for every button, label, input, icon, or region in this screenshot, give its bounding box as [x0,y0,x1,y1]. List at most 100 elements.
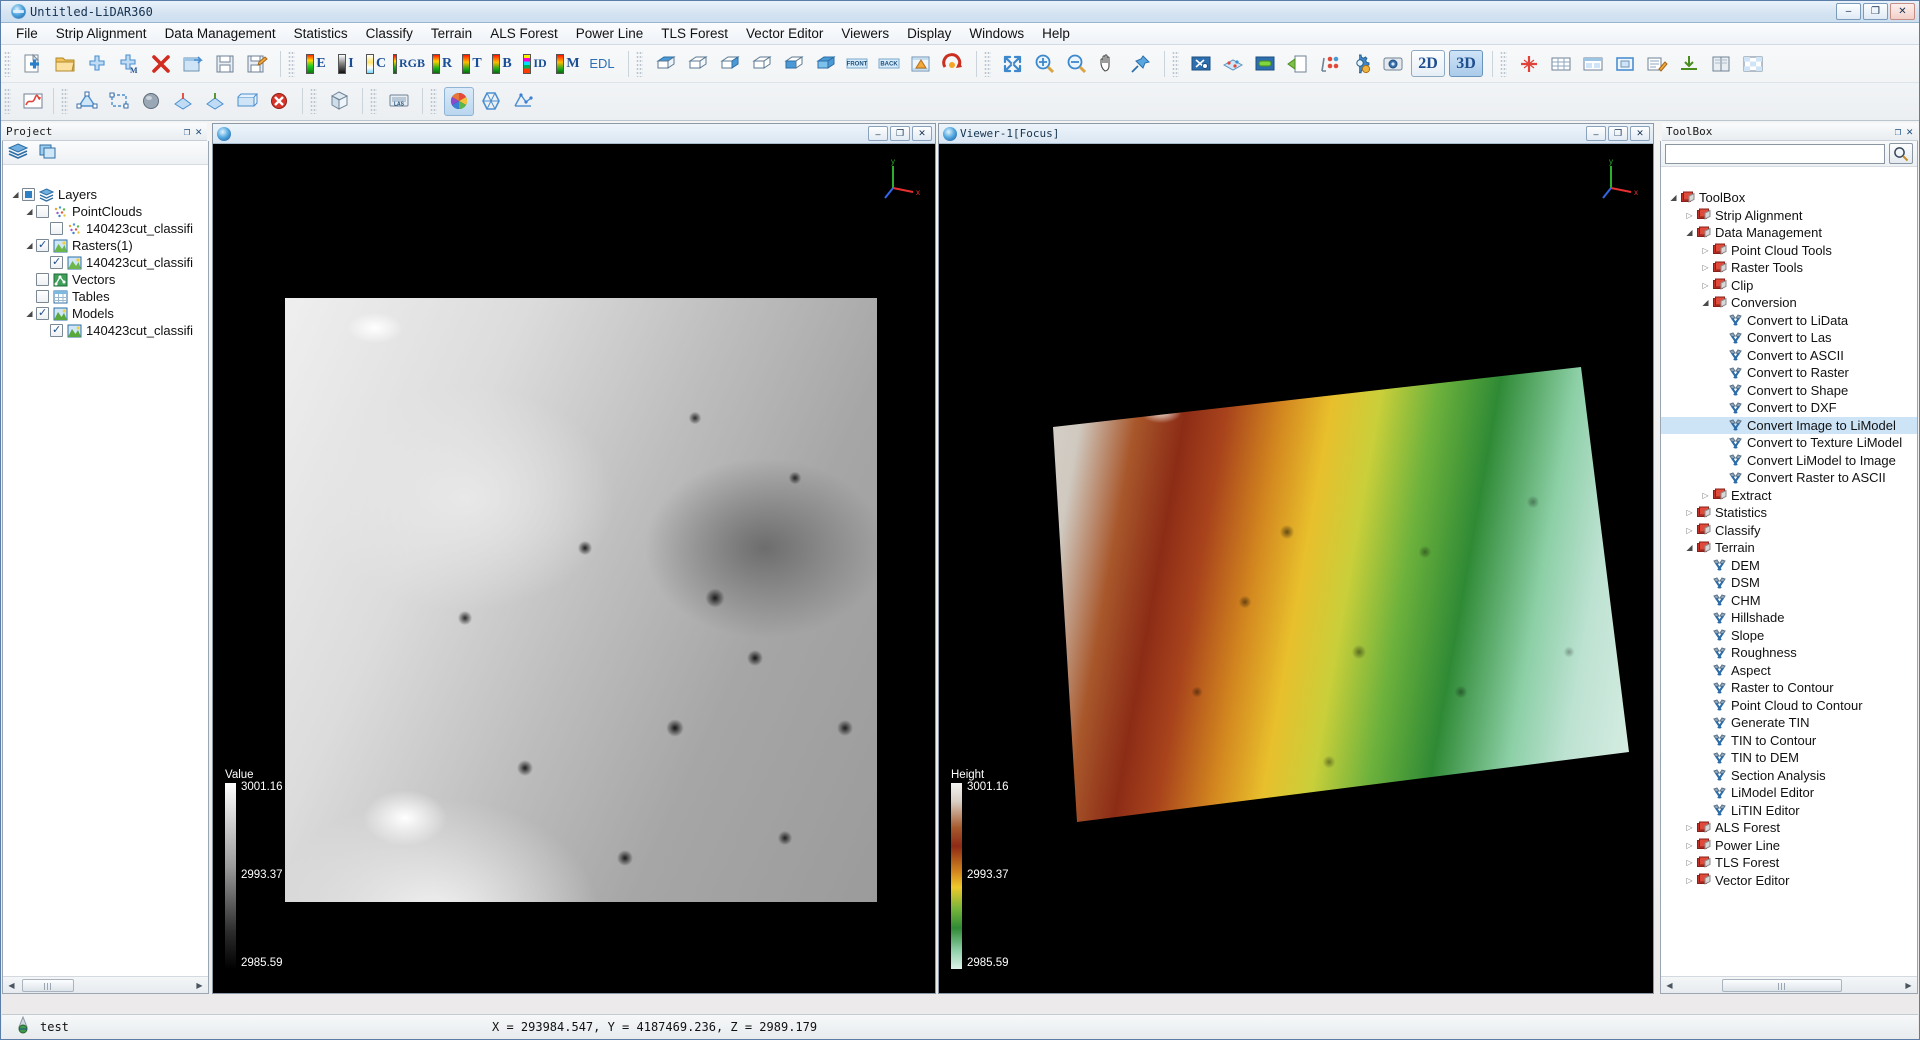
toolbox-tree-item[interactable]: Convert to Texture LiModel [1661,434,1917,452]
pin-icon[interactable] [1126,49,1156,78]
toolbox-tree-item[interactable]: Roughness [1661,644,1917,662]
menu-item-viewers[interactable]: Viewers [832,24,898,43]
import-icon[interactable] [1674,49,1704,78]
layer-visibility-checkbox[interactable] [50,323,63,337]
toolbox-tree-item[interactable]: Convert to DXF [1661,399,1917,417]
tree-expand-arrow[interactable] [1683,508,1696,517]
project-close-button[interactable]: ✕ [195,126,202,137]
tree-expand-arrow[interactable] [9,190,22,199]
toolbox-tree-item[interactable]: Data Management [1661,224,1917,242]
left-view-icon[interactable] [714,49,744,78]
tree-expand-arrow[interactable] [23,207,36,216]
tree-expand-arrow[interactable] [23,241,36,250]
toolbar-grip[interactable] [4,50,11,77]
export-icon[interactable] [178,49,208,78]
project-scroll-thumb[interactable] [22,978,74,992]
tree-expand-arrow[interactable] [1683,841,1696,850]
viewer-3d-maximize[interactable]: ❐ [1608,126,1628,141]
menu-item-help[interactable]: Help [1033,24,1079,43]
views-toolbar-grip[interactable] [636,50,643,77]
book-icon[interactable] [1706,49,1736,78]
save-icon[interactable] [210,49,240,78]
toolbox-close-button[interactable]: ✕ [1906,126,1913,137]
toolbox-hscrollbar[interactable]: ◀ ▶ [1661,976,1917,993]
mesh-icon[interactable] [508,87,538,116]
color-by-return-button[interactable]: R [428,49,456,78]
toolbox-tree-item[interactable]: Convert to ASCII [1661,347,1917,365]
toolbox-tree-item[interactable]: Convert LiModel to Image [1661,452,1917,470]
project-tree-item[interactable]: Models [3,305,208,322]
tree-expand-arrow[interactable] [1683,228,1696,237]
menu-item-als-forest[interactable]: ALS Forest [481,24,567,43]
viewer-3d-close[interactable]: ✕ [1630,126,1650,141]
toolbox-tree-item[interactable]: Point Cloud Tools [1661,242,1917,260]
las-info-icon[interactable]: LAS [384,87,414,116]
viewer-3d[interactable]: Viewer-1[Focus] – ❐ ✕ y x Height 3001.16… [938,123,1654,994]
edl-button[interactable]: EDL [584,49,620,78]
remove-data-icon[interactable] [146,49,176,78]
project-tree-item[interactable]: Rasters(1) [3,237,208,254]
toolbox-tree-item[interactable]: Clip [1661,277,1917,295]
shape-toolbar-grip[interactable] [61,88,68,114]
right-view-icon[interactable] [746,49,776,78]
toolbox-tree-item[interactable]: Hillshade [1661,609,1917,627]
new-project-icon[interactable] [18,49,48,78]
toolbox-float-button[interactable]: ❐ [1895,126,1902,137]
display-toolbar-grip[interactable] [288,50,295,77]
tools-toolbar-grip[interactable] [1172,50,1179,77]
layer-visibility-checkbox[interactable] [36,205,49,218]
tree-expand-arrow[interactable] [1683,526,1696,535]
toolbox-tree-item[interactable]: Generate TIN [1661,714,1917,732]
layer-visibility-checkbox[interactable] [36,273,49,286]
table-view-icon[interactable] [1546,49,1576,78]
layer-visibility-checkbox[interactable] [36,290,49,303]
toolbox-tree-item[interactable]: TIN to DEM [1661,749,1917,767]
toolbox-tree-item[interactable]: DEM [1661,557,1917,575]
annotate-icon[interactable] [1642,49,1672,78]
menu-item-power-line[interactable]: Power Line [567,24,653,43]
toolbox-tree-item[interactable]: Terrain [1661,539,1917,557]
color-by-class-button[interactable]: C [362,49,390,78]
toolbox-tree-item[interactable]: Convert Raster to ASCII [1661,469,1917,487]
tree-expand-arrow[interactable] [1683,858,1696,867]
project-tree-item[interactable]: 140423cut_classifi [3,322,208,339]
extra-toolbar-grip[interactable] [1500,50,1507,77]
toolbox-tree-item[interactable]: TLS Forest [1661,854,1917,872]
project-float-button[interactable]: ❐ [184,126,191,137]
menu-item-vector-editor[interactable]: Vector Editor [737,24,832,43]
rotate-view-icon[interactable] [938,49,968,78]
zoom-in-icon[interactable] [1030,49,1060,78]
toolbox-tree-item[interactable]: Section Analysis [1661,767,1917,785]
tree-expand-arrow[interactable] [23,309,36,318]
link-views-icon[interactable] [1250,49,1280,78]
tree-expand-arrow[interactable] [1699,491,1712,500]
search-icon[interactable] [1889,143,1913,164]
inside-select-icon[interactable] [168,87,198,116]
menu-item-terrain[interactable]: Terrain [422,24,481,43]
cancel-select-icon[interactable] [264,87,294,116]
grid-icon[interactable] [1738,49,1768,78]
toolbox-tree-item[interactable]: Classify [1661,522,1917,540]
toolbox-tree-item[interactable]: Statistics [1661,504,1917,522]
menu-item-strip-alignment[interactable]: Strip Alignment [47,24,156,43]
toolbox-tree-item[interactable]: Raster to Contour [1661,679,1917,697]
clip-box-icon[interactable] [232,87,262,116]
scroll-right-icon[interactable]: ▶ [1900,977,1917,993]
menu-item-classify[interactable]: Classify [357,24,422,43]
settings-icon[interactable] [1346,49,1376,78]
maximize-button[interactable]: ❐ [1863,3,1888,20]
las-toolbar-grip[interactable] [370,88,377,114]
viewer-3d-minimize[interactable]: – [1586,126,1606,141]
menu-item-statistics[interactable]: Statistics [285,24,357,43]
color-by-time-button[interactable]: T [458,49,486,78]
tree-expand-arrow[interactable] [1683,543,1696,552]
tree-expand-arrow[interactable] [1683,876,1696,885]
back-view-icon[interactable] [810,49,840,78]
scroll-right-icon[interactable]: ▶ [191,977,208,993]
viewer-2d-minimize[interactable]: – [868,126,888,141]
layer-visibility-checkbox[interactable] [50,222,63,235]
project-hscrollbar[interactable]: ◀ ▶ [3,976,208,993]
toolbox-tree-item[interactable]: LiTIN Editor [1661,802,1917,820]
frame-icon[interactable] [1610,49,1640,78]
project-tree-item[interactable]: PointClouds [3,203,208,220]
